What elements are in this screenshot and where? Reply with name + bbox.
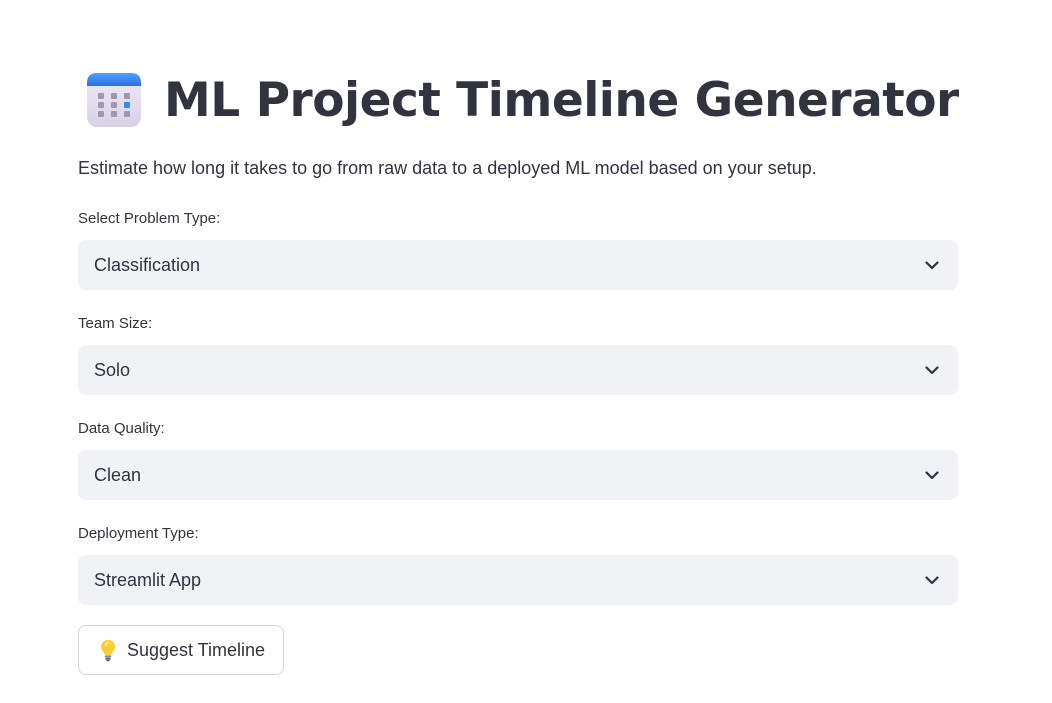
calendar-icon xyxy=(86,71,142,129)
chevron-down-icon xyxy=(922,570,942,590)
problem-type-select[interactable]: Classification xyxy=(78,240,958,290)
data-quality-select[interactable]: Clean xyxy=(78,450,958,500)
problem-type-label: Select Problem Type: xyxy=(78,210,221,227)
suggest-timeline-label: Suggest Timeline xyxy=(126,639,266,660)
page-subtitle: Estimate how long it takes to go from ra… xyxy=(78,158,817,178)
chevron-down-icon xyxy=(922,255,942,275)
data-quality-label: Data Quality: xyxy=(78,420,165,437)
chevron-down-icon xyxy=(922,465,942,485)
problem-type-value: Classification xyxy=(94,254,201,275)
chevron-down-icon xyxy=(922,360,942,380)
team-size-value: Solo xyxy=(94,359,131,380)
team-size-select[interactable]: Solo xyxy=(78,345,958,395)
team-size-label: Team Size: xyxy=(78,315,153,332)
suggest-timeline-button[interactable]: Suggest Timeline xyxy=(78,625,284,675)
app-page: ML Project Timeline Generator Estimate h… xyxy=(0,0,1052,703)
title-row: ML Project Timeline Generator xyxy=(86,68,959,132)
lightbulb-icon xyxy=(97,638,119,662)
deployment-type-select[interactable]: Streamlit App xyxy=(78,555,958,605)
deployment-type-label: Deployment Type: xyxy=(78,525,199,542)
data-quality-value: Clean xyxy=(94,464,142,485)
page-title: ML Project Timeline Generator xyxy=(164,72,959,128)
deployment-type-value: Streamlit App xyxy=(94,569,202,590)
